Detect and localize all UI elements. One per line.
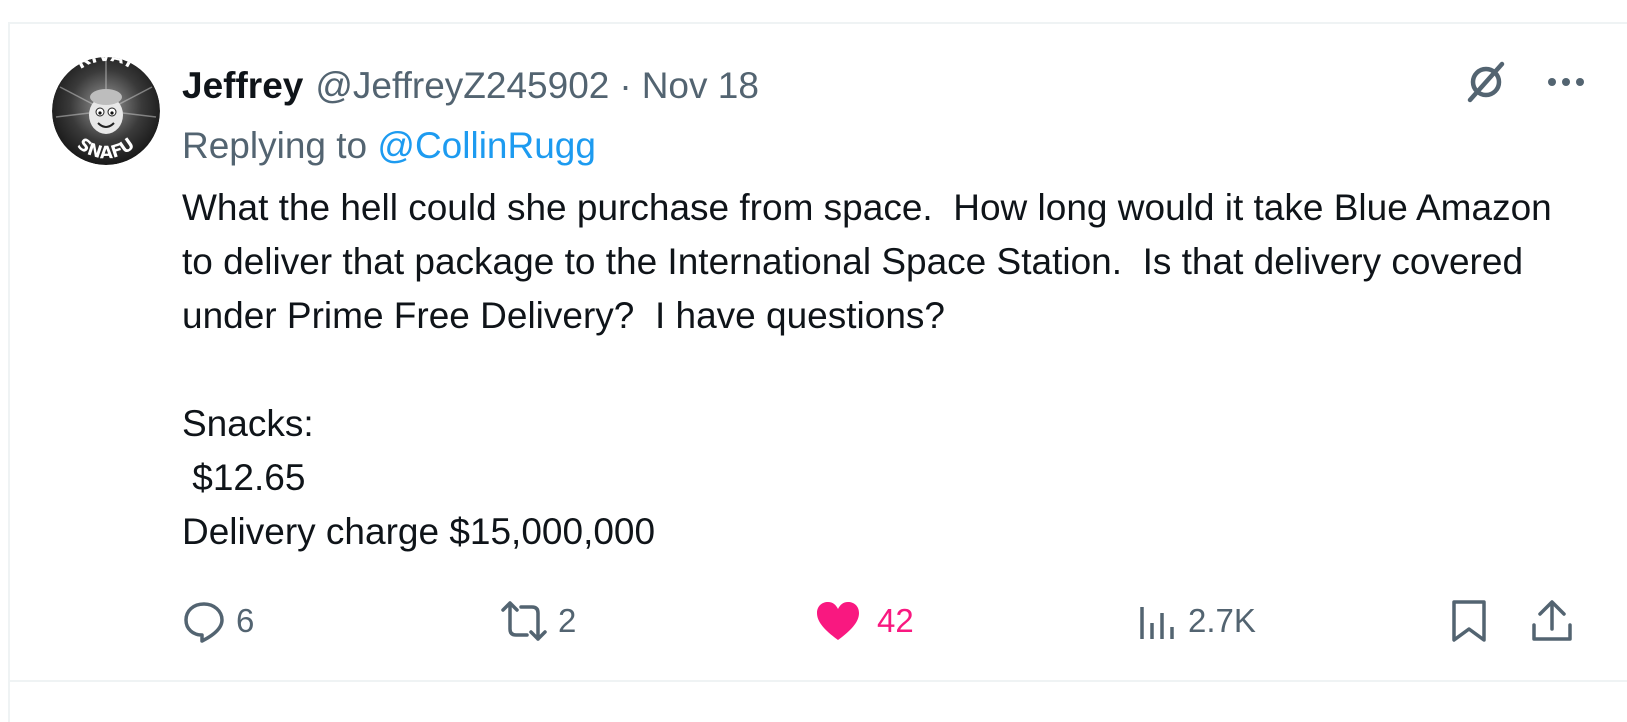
avatar[interactable]: RIVAT SNAFU	[52, 57, 160, 165]
reply-button[interactable]: 6	[182, 595, 254, 647]
share-icon	[1532, 600, 1572, 641]
like-count: 42	[877, 602, 914, 639]
views-icon	[1140, 607, 1174, 639]
bookmark-button[interactable]	[1450, 595, 1488, 647]
views-count: 2.7K	[1188, 602, 1256, 639]
more-icon[interactable]	[1540, 56, 1592, 108]
tweet-actions: 6 2 42 2.7K	[0, 595, 1627, 647]
author-handle[interactable]: @JeffreyZ245902	[315, 62, 609, 110]
reply-count: 6	[236, 602, 255, 639]
heart-icon	[817, 602, 859, 640]
author-name[interactable]: Jeffrey	[182, 62, 303, 110]
retweet-button[interactable]: 2	[500, 595, 576, 647]
like-button[interactable]: 42	[815, 595, 914, 647]
retweet-count: 2	[558, 602, 577, 639]
share-button[interactable]	[1530, 595, 1574, 647]
bookmark-icon	[1452, 600, 1486, 642]
separator: ·	[619, 65, 632, 106]
views-button[interactable]: 2.7K	[1138, 595, 1256, 647]
retweet-icon	[501, 601, 547, 641]
replying-to: Replying to @CollinRugg	[182, 122, 596, 170]
tweet-text: What the hell could she purchase from sp…	[182, 187, 1552, 552]
divider	[8, 680, 1627, 682]
tweet-date[interactable]: Nov 18	[642, 62, 759, 110]
grok-icon[interactable]	[1460, 56, 1512, 108]
tweet-header: Jeffrey @JeffreyZ245902 · Nov 18	[182, 62, 759, 110]
replying-prefix: Replying to	[182, 125, 368, 166]
reply-icon	[184, 602, 224, 643]
replying-mention[interactable]: @CollinRugg	[377, 125, 596, 166]
tweet-top-actions	[1460, 56, 1592, 108]
